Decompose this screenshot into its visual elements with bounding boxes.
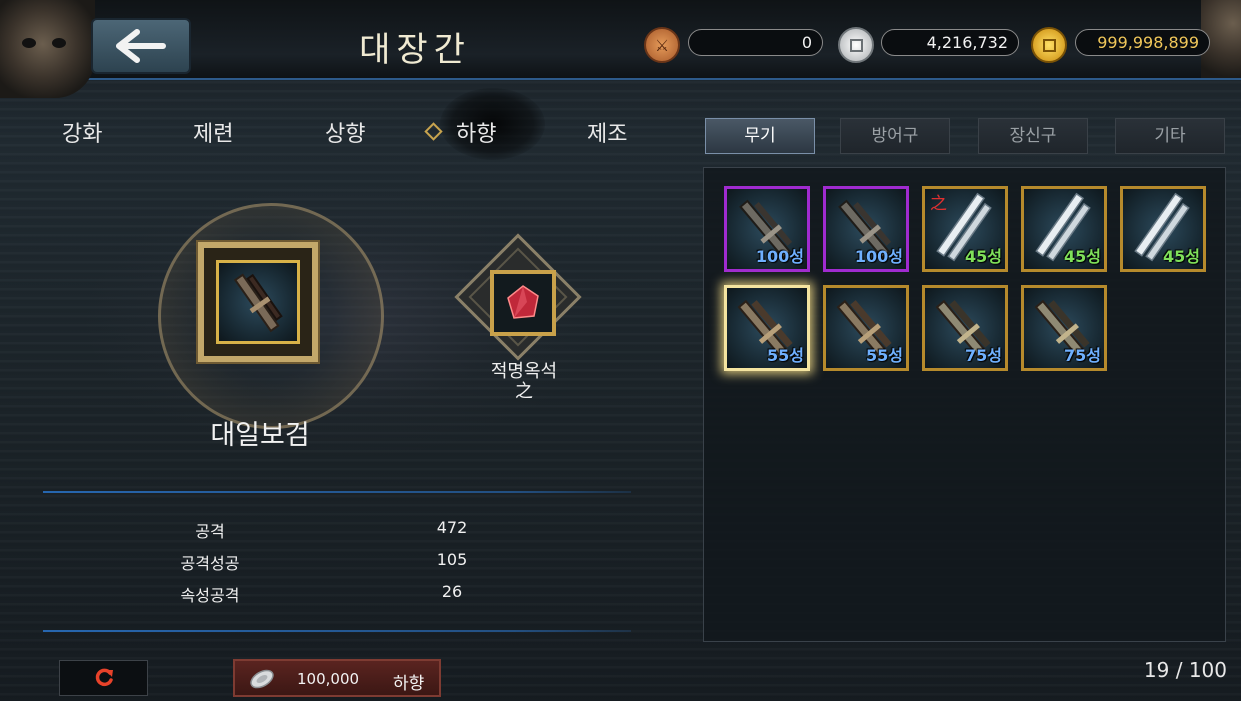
bronze-currency-value: 0 (688, 29, 823, 56)
item-level: 55성 (866, 346, 903, 365)
item-level: 45성 (1064, 247, 1101, 266)
demon-mask-ornament (0, 0, 95, 98)
category-tab-armor[interactable]: 방어구 (840, 118, 950, 154)
divider-bottom (43, 630, 631, 632)
stat-label-accuracy: 공격성공 (180, 554, 240, 573)
silver-ingot-icon (250, 669, 274, 689)
material-name: 적명옥석 之 (466, 362, 582, 402)
category-tab-weapon[interactable]: 무기 (705, 118, 815, 154)
inventory-count: 19 / 100 (1143, 658, 1227, 682)
coin-square-hole (1042, 38, 1056, 52)
tab-refine[interactable]: 제련 (193, 116, 233, 148)
gold-currency-value: 999,998,899 (1075, 29, 1210, 56)
tab-enhance[interactable]: 강화 (62, 116, 102, 148)
inventory-panel: 100성 100성 之 45성 45성 45성 55성 55성 75성 75성 (703, 167, 1226, 642)
stat-value-elemental-attack: 26 (441, 582, 463, 601)
tab-craft[interactable]: 제조 (587, 116, 627, 148)
item-level: 100성 (755, 247, 804, 266)
silver-currency-value: 4,216,732 (881, 29, 1019, 56)
downgrade-label: 하향 (393, 674, 425, 694)
item-level: 45성 (965, 247, 1002, 266)
reset-button[interactable] (59, 660, 148, 696)
refresh-icon (95, 668, 113, 687)
mask-eye-left (22, 38, 36, 48)
bronze-coin-icon: ⚔ (644, 27, 680, 63)
item-level: 55성 (767, 346, 804, 365)
item-level: 75성 (1064, 346, 1101, 365)
material-name-line2: 之 (515, 381, 533, 402)
item-tag: 之 (930, 194, 947, 214)
silver-coin-icon (838, 27, 874, 63)
mask-eye-right (52, 38, 66, 48)
selected-item-name: 대일보검 (210, 420, 310, 451)
stat-value-attack: 472 (436, 518, 468, 537)
sword-and-scabbard-icon (233, 273, 283, 333)
material-slot[interactable] (490, 270, 556, 336)
back-arrow-icon (116, 29, 166, 63)
stat-label-elemental-attack: 속성공격 (180, 586, 240, 605)
stat-label-attack: 공격 (195, 522, 225, 541)
red-gem-icon (507, 285, 539, 319)
item-level: 100성 (854, 247, 903, 266)
coin-square-hole (849, 38, 863, 52)
selected-item-icon-frame (216, 260, 300, 344)
downgrade-button[interactable]: 100,000 하향 (233, 659, 441, 697)
item-level: 45성 (1163, 247, 1200, 266)
inventory-slot[interactable]: 之 45성 (922, 186, 1008, 272)
back-button[interactable] (91, 18, 191, 74)
selected-item-slot[interactable] (196, 240, 320, 364)
downgrade-cost: 100,000 (297, 670, 360, 688)
inventory-slot[interactable]: 45성 (1021, 186, 1107, 272)
inventory-slot[interactable]: 45성 (1120, 186, 1206, 272)
tab-upgrade[interactable]: 상향 (325, 116, 365, 148)
inventory-slot[interactable]: 100성 (724, 186, 810, 272)
tab-downgrade[interactable]: 하향 (456, 116, 496, 148)
inventory-slot-selected[interactable]: 55성 (724, 285, 810, 371)
inventory-slot[interactable]: 75성 (1021, 285, 1107, 371)
inventory-slot[interactable]: 55성 (823, 285, 909, 371)
category-tab-etc[interactable]: 기타 (1115, 118, 1225, 154)
stat-value-accuracy: 105 (436, 550, 468, 569)
material-name-line1: 적명옥석 (490, 361, 558, 382)
gold-coin-icon (1031, 27, 1067, 63)
category-tab-accessory[interactable]: 장신구 (978, 118, 1088, 154)
page-title: 대장간 (359, 30, 471, 70)
item-level: 75성 (965, 346, 1002, 365)
inventory-slot[interactable]: 100성 (823, 186, 909, 272)
divider-top (43, 491, 631, 493)
inventory-slot[interactable]: 75성 (922, 285, 1008, 371)
